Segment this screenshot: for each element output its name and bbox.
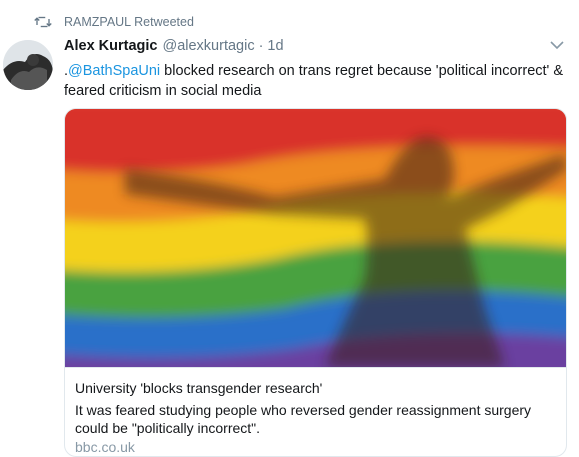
tweet-text-line1: blocked research on trans regret because… xyxy=(160,63,564,79)
tweet-header: Alex Kurtagic @alexkurtagic · 1d xyxy=(64,38,564,54)
avatar[interactable] xyxy=(3,40,53,90)
card-image xyxy=(65,109,566,367)
retweet-icon xyxy=(34,16,52,28)
avatar-image xyxy=(3,40,53,90)
link-card[interactable]: University 'blocks transgender research'… xyxy=(64,108,567,457)
tweet-text-line2: feared criticism in social media xyxy=(64,83,262,99)
author-name[interactable]: Alex Kurtagic xyxy=(64,38,157,54)
chevron-down-icon[interactable] xyxy=(550,40,564,50)
card-title[interactable]: University 'blocks transgender research' xyxy=(75,380,322,396)
author-handle[interactable]: @alexkurtagic xyxy=(162,38,254,54)
card-domain: bbc.co.uk xyxy=(75,439,135,455)
retweet-label[interactable]: RAMZPAUL Retweeted xyxy=(64,15,194,29)
mention-link[interactable]: @BathSpaUni xyxy=(68,63,160,79)
card-description: It was feared studying people who revers… xyxy=(75,402,532,436)
tweet-text: .@BathSpaUni blocked research on trans r… xyxy=(64,61,564,101)
retweet-context: RAMZPAUL Retweeted xyxy=(34,12,194,32)
separator-dot: · xyxy=(258,38,264,54)
tweet-timestamp[interactable]: 1d xyxy=(267,38,283,54)
card-body: University 'blocks transgender research'… xyxy=(65,367,566,456)
